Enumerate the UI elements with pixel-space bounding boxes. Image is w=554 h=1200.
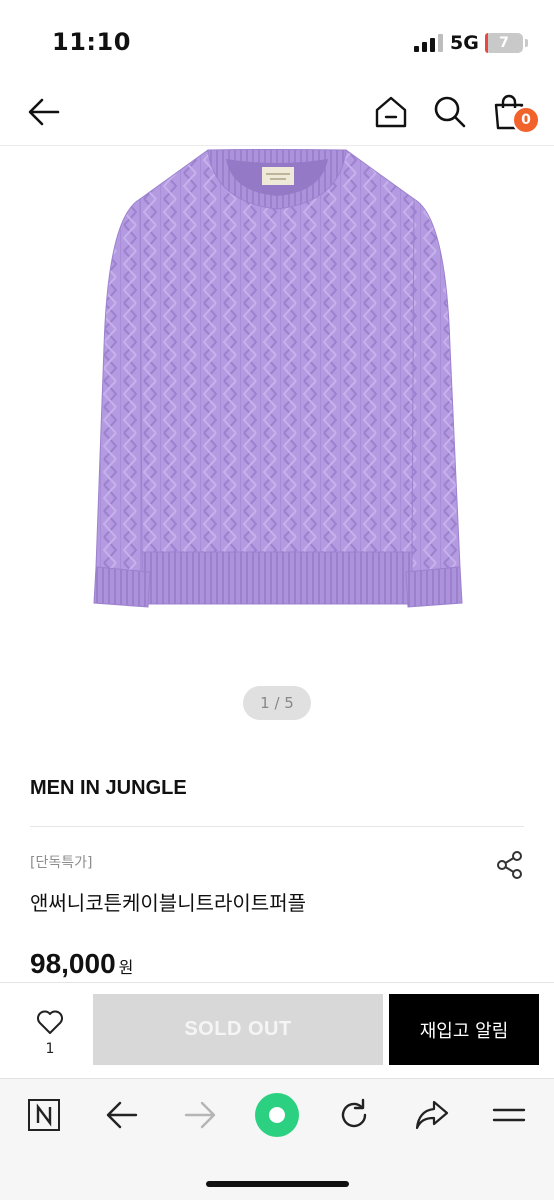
naver-button[interactable] [20,1091,68,1139]
share-arrow-icon [415,1100,449,1130]
refresh-icon [341,1098,367,1128]
naver-icon [28,1099,60,1131]
share-button[interactable] [494,848,526,882]
product-image[interactable] [0,147,554,737]
status-bar: 11:10 5G 7 [0,0,554,80]
price-row: 98,000 원 [30,948,133,980]
top-navigation [0,80,554,146]
heart-icon [37,1010,63,1034]
green-dot-icon [255,1093,299,1137]
like-count: 1 [45,1041,55,1057]
browser-share-button[interactable] [408,1091,456,1139]
purchase-bar: 1 SOLD OUT 재입고 알림 [0,982,554,1078]
back-button[interactable] [22,90,66,134]
product-tag: [단독특가] [30,855,93,871]
signal-icon [414,34,443,52]
share-icon [497,851,522,879]
divider [30,826,524,827]
green-dot-button[interactable] [253,1091,301,1139]
like-button[interactable]: 1 [20,1001,80,1065]
browser-forward-button[interactable] [176,1091,224,1139]
product-price: 98,000 [30,948,116,979]
price-currency: 원 [118,958,134,977]
browser-back-button[interactable] [98,1091,146,1139]
status-time: 11:10 [52,28,131,56]
refresh-button[interactable] [330,1091,378,1139]
brand-name[interactable]: MEN IN JUNGLE [30,777,187,800]
product-name: 앤써니코튼케이블니트라이트퍼플 [30,891,306,915]
home-icon [375,96,407,128]
sweater-image [93,149,463,608]
search-icon [434,96,466,128]
sold-out-button[interactable]: SOLD OUT [93,994,383,1065]
arrow-back-icon [106,1101,138,1129]
search-button[interactable] [428,90,472,134]
restock-alert-button[interactable]: 재입고 알림 [389,994,539,1065]
home-indicator [206,1181,349,1187]
image-counter: 1 / 5 [243,686,311,720]
arrow-left-icon [28,98,60,126]
battery-level: 7 [499,35,509,51]
network-type: 5G [450,32,479,54]
arrow-forward-icon [184,1101,216,1129]
menu-icon [492,1108,526,1122]
home-button[interactable] [369,90,413,134]
menu-button[interactable] [485,1091,533,1139]
cart-count-badge[interactable]: 0 [512,106,540,134]
battery-icon: 7 [485,33,523,53]
battery-cap [525,39,528,47]
